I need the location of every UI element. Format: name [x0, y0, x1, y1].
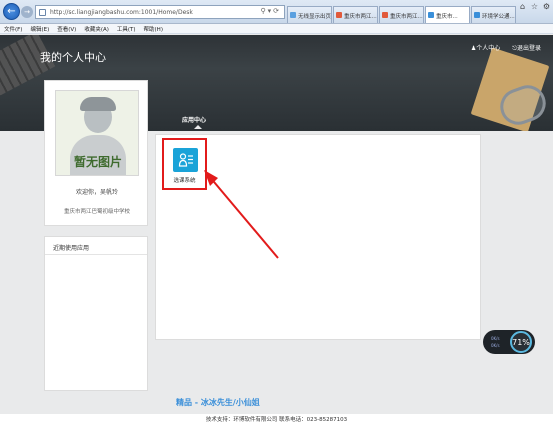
- upload-speed: 0K/s: [491, 336, 500, 341]
- footer-copyright: 技术支持：环博软件有限公司 联系电话：023-85287103: [0, 414, 553, 422]
- footer-link[interactable]: 精品 - 冰冰先生/小仙姐: [176, 397, 260, 408]
- usage-percent: 71%: [510, 331, 532, 353]
- download-speed: 0K/s: [491, 343, 500, 348]
- network-speed-widget[interactable]: 0K/s 0K/s 71%: [483, 330, 535, 354]
- annotation-arrow: [204, 170, 279, 259]
